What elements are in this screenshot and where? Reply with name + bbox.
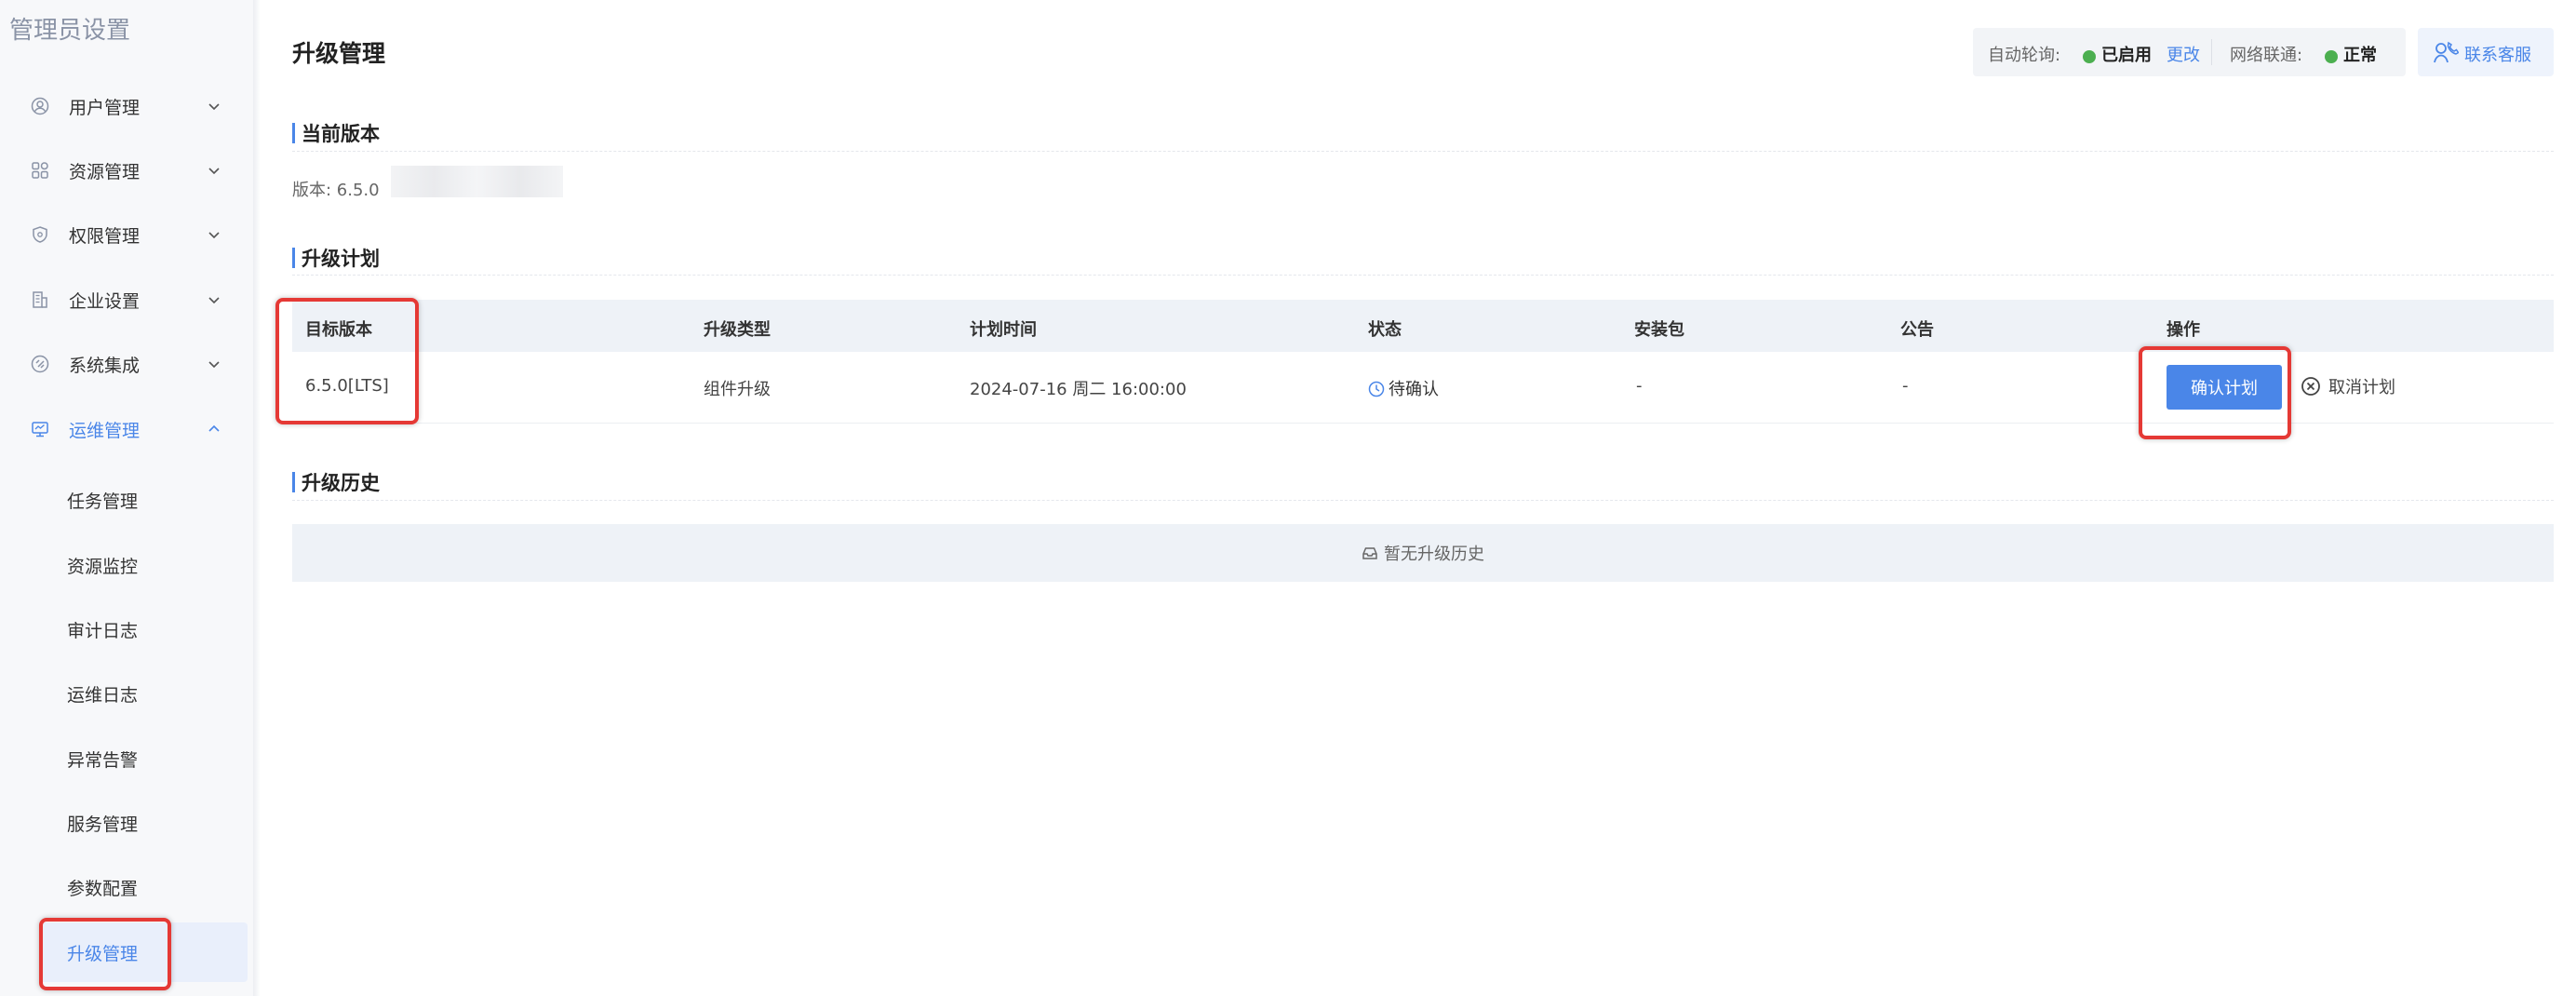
empty-state: 暂无升级历史 xyxy=(292,524,2554,582)
clock-icon xyxy=(1368,381,1385,397)
menu-group-ops[interactable]: 运维管理 xyxy=(0,403,253,455)
menu-group-label: 运维管理 xyxy=(69,420,141,441)
auto-poll-status: 已启用 xyxy=(2101,46,2152,65)
sidebar-item-label: 异常告警 xyxy=(67,749,139,771)
section-title-upgrade-plan: 升级计划 xyxy=(292,244,380,272)
sidebar-divider xyxy=(253,0,261,996)
cancel-plan-label: 取消计划 xyxy=(2328,378,2395,397)
section-title-upgrade-history: 升级历史 xyxy=(292,468,380,496)
menu-group-label: 权限管理 xyxy=(69,225,141,247)
sidebar: 管理员设置 用户管理 资源管理 权限管理 企业设置 系统集成 运维管理 任务管理… xyxy=(0,0,253,996)
chevron-down-icon xyxy=(207,99,221,114)
menu-group-label: 资源管理 xyxy=(69,161,141,182)
column-header-notice: 公告 xyxy=(1900,320,1934,340)
integration-icon xyxy=(30,354,50,374)
confirm-plan-button[interactable]: 确认计划 xyxy=(2167,365,2282,410)
grid-icon xyxy=(30,160,50,181)
menu-group-label: 用户管理 xyxy=(69,97,141,118)
inbox-icon xyxy=(1362,547,1377,559)
sidebar-item-label: 参数配置 xyxy=(67,878,139,899)
section-divider xyxy=(292,275,2554,276)
sidebar-item-label: 服务管理 xyxy=(67,814,139,835)
chevron-down-icon xyxy=(207,227,221,242)
column-header-package: 安装包 xyxy=(1634,320,1684,340)
cell-plan-time: 2024-07-16 周二 16:00:00 xyxy=(970,380,1187,399)
status-bar: 自动轮询: 已启用 更改 网络联通: 正常 xyxy=(1973,28,2406,76)
auto-poll-label: 自动轮询: xyxy=(1988,46,2061,65)
sidebar-item-label: 审计日志 xyxy=(67,620,139,641)
user-circle-icon xyxy=(30,96,50,116)
chevron-down-icon xyxy=(207,163,221,178)
divider xyxy=(2211,39,2212,65)
headset-user-icon xyxy=(2433,40,2460,68)
contact-support-button[interactable]: 联系客服 xyxy=(2418,28,2554,76)
sidebar-item-ops-log[interactable]: 运维日志 xyxy=(39,664,248,723)
sidebar-title: 管理员设置 xyxy=(9,17,131,45)
menu-group-label: 企业设置 xyxy=(69,290,141,312)
shield-icon xyxy=(30,224,50,245)
cancel-plan-button[interactable]: 取消计划 xyxy=(2301,374,2395,398)
status-dot-icon xyxy=(2325,47,2338,67)
sidebar-item-label: 任务管理 xyxy=(67,491,139,512)
main-content: 升级管理 自动轮询: 已启用 更改 网络联通: 正常 联系客服 当前版本 版本:… xyxy=(261,0,2576,996)
cell-upgrade-type: 组件升级 xyxy=(704,380,771,399)
menu-group-label: 系统集成 xyxy=(69,355,141,376)
building-icon xyxy=(30,289,50,310)
redacted-version-suffix xyxy=(391,166,563,197)
column-header-plan-time: 计划时间 xyxy=(970,320,1037,340)
close-circle-icon xyxy=(2301,377,2320,396)
sidebar-item-task[interactable]: 任务管理 xyxy=(39,470,248,530)
sidebar-item-resource-monitor[interactable]: 资源监控 xyxy=(39,535,248,595)
contact-support-label: 联系客服 xyxy=(2464,46,2531,65)
network-status: 正常 xyxy=(2343,46,2377,65)
page-title: 升级管理 xyxy=(292,40,386,67)
chevron-down-icon xyxy=(207,292,221,307)
section-divider xyxy=(292,151,2554,152)
sidebar-item-label: 升级管理 xyxy=(67,943,139,964)
menu-group-integration[interactable]: 系统集成 xyxy=(0,338,253,390)
column-header-upgrade-type: 升级类型 xyxy=(704,320,771,340)
empty-state-text: 暂无升级历史 xyxy=(1384,545,1484,564)
section-divider xyxy=(292,500,2554,501)
sidebar-item-alarm[interactable]: 异常告警 xyxy=(39,729,248,788)
sidebar-item-upgrade[interactable]: 升级管理 xyxy=(39,922,248,982)
sidebar-item-service[interactable]: 服务管理 xyxy=(39,793,248,853)
current-version-text: 版本: 6.5.0 xyxy=(292,181,380,200)
sidebar-item-label: 运维日志 xyxy=(67,684,139,706)
status-dot-icon xyxy=(2083,47,2096,67)
chevron-up-icon xyxy=(207,422,221,437)
change-link[interactable]: 更改 xyxy=(2167,42,2200,66)
status-text: 待确认 xyxy=(1389,380,1439,399)
monitor-icon xyxy=(30,419,50,439)
table-header: 目标版本 升级类型 计划时间 状态 安装包 公告 操作 xyxy=(292,300,2554,352)
menu-group-permission[interactable]: 权限管理 xyxy=(0,209,253,261)
menu-group-enterprise[interactable]: 企业设置 xyxy=(0,274,253,326)
sidebar-item-audit-log[interactable]: 审计日志 xyxy=(39,599,248,659)
menu-group-user[interactable]: 用户管理 xyxy=(0,80,253,132)
menu-group-resource[interactable]: 资源管理 xyxy=(0,144,253,196)
column-header-actions: 操作 xyxy=(2167,320,2200,340)
cell-package: - xyxy=(1636,376,1643,396)
network-label: 网络联通: xyxy=(2230,46,2303,65)
section-title-current-version: 当前版本 xyxy=(292,119,380,147)
cell-notice: - xyxy=(1902,376,1909,396)
cell-status: 待确认 xyxy=(1368,376,1439,400)
sidebar-item-params[interactable]: 参数配置 xyxy=(39,857,248,917)
column-header-target-version: 目标版本 xyxy=(305,320,372,340)
chevron-down-icon xyxy=(207,357,221,371)
sidebar-item-label: 资源监控 xyxy=(67,556,139,577)
column-header-status: 状态 xyxy=(1368,320,1402,340)
cell-target-version: 6.5.0[LTS] xyxy=(305,376,389,396)
